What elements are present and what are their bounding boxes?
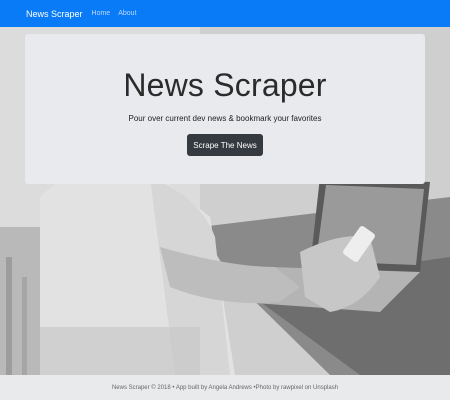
navbar-brand[interactable]: News Scraper: [26, 9, 83, 19]
hero-subtitle: Pour over current dev news & bookmark yo…: [128, 114, 322, 123]
nav-link-home[interactable]: Home: [92, 10, 111, 17]
page-title: News Scraper: [123, 67, 327, 103]
footer-text: News Scraper © 2018 • App built by Angel…: [111, 384, 339, 391]
navbar: News Scraper Home About: [0, 0, 450, 27]
footer: News Scraper © 2018 • App built by Angel…: [0, 375, 450, 400]
nav-link-about[interactable]: About: [118, 10, 136, 17]
scrape-news-button[interactable]: Scrape The News: [187, 134, 263, 156]
hero-jumbotron: News Scraper Pour over current dev news …: [25, 34, 425, 184]
